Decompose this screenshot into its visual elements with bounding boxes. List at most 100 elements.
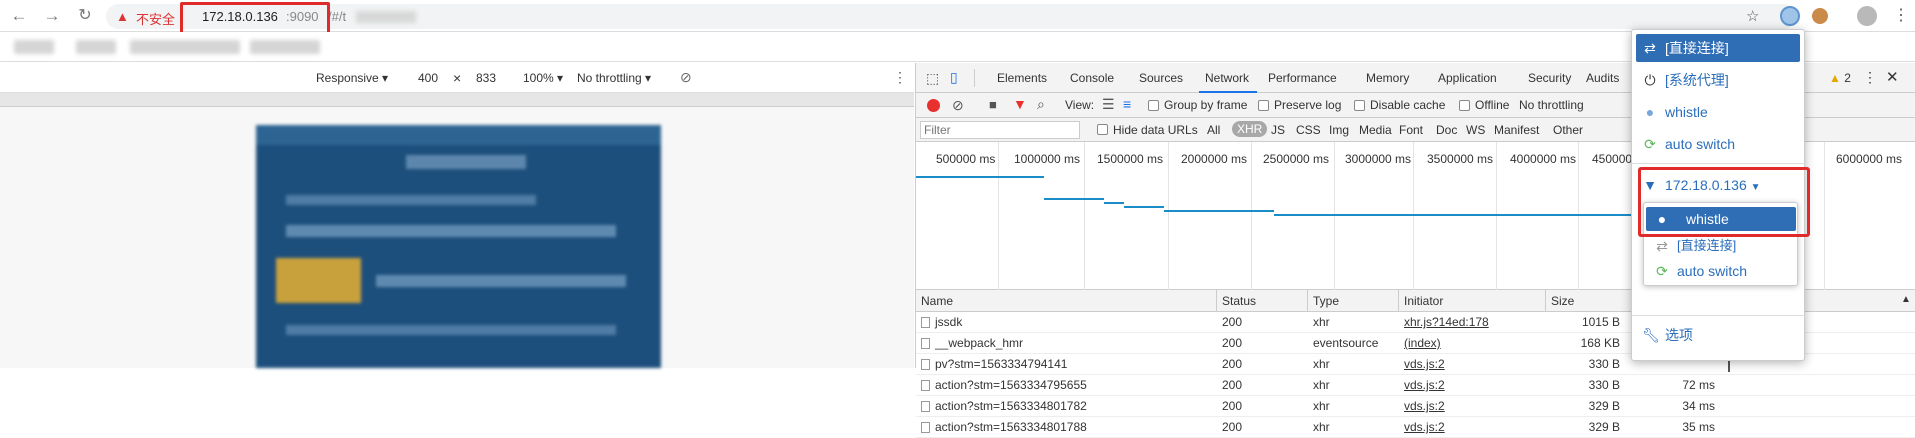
tab-performance[interactable]: Performance — [1268, 63, 1337, 93]
table-row[interactable]: action?stm=1563334801782 200 xhr vds.js:2 32… — [916, 396, 1915, 417]
camera-icon[interactable]: ■ — [989, 97, 997, 112]
preserve-log-checkbox[interactable] — [1258, 100, 1269, 111]
clear-icon[interactable]: ⊘ — [952, 97, 964, 114]
cell-initiator-text: vds.js:2 — [1404, 420, 1445, 434]
inspect-icon[interactable]: ⬚ — [926, 70, 939, 87]
submenu-item-auto-switch[interactable]: ⟳ auto switch — [1644, 258, 1797, 284]
cell-initiator[interactable]: vds.js:2 — [1399, 396, 1546, 417]
menu-item-whistle[interactable]: ● whistle — [1632, 98, 1806, 126]
cell-size-text: 330 B — [1588, 357, 1620, 371]
column-name[interactable]: Name — [916, 290, 1217, 312]
group-by-frame-checkbox[interactable] — [1148, 100, 1159, 111]
url-path: /#/t — [328, 9, 347, 24]
height-field[interactable]: 833 — [476, 71, 496, 85]
bookmark-redacted[interactable] — [76, 40, 116, 54]
type-filter-doc[interactable]: Doc — [1436, 123, 1457, 137]
cell-initiator[interactable]: vds.js:2 — [1399, 375, 1546, 396]
tab-elements[interactable]: Elements — [997, 63, 1047, 93]
cell-name: action?stm=1563334795655 — [916, 375, 1217, 396]
type-filter-ws[interactable]: WS — [1466, 123, 1485, 137]
cell-status-text: 200 — [1222, 357, 1243, 371]
type-filter-img[interactable]: Img — [1329, 123, 1349, 137]
bookmark-redacted[interactable] — [250, 40, 320, 54]
menu-item-direct[interactable]: ⇄ [直接连接] — [1636, 34, 1800, 62]
waterfall-bar — [1124, 206, 1164, 208]
forward-icon[interactable]: → — [41, 5, 63, 27]
submenu-item-direct[interactable]: ⇄ [直接连接] — [1644, 235, 1797, 257]
menu-item-auto-switch[interactable]: ⟳ auto switch — [1632, 130, 1806, 158]
warning-badge[interactable]: ▲ 2 — [1829, 71, 1851, 85]
device-toggle-icon[interactable]: ▯ — [950, 69, 958, 86]
width-field[interactable]: 400 — [418, 71, 438, 85]
waterfall-view-icon[interactable]: ≡ — [1123, 96, 1131, 112]
menu-icon[interactable]: ⋮ — [1893, 5, 1909, 25]
list-view-icon[interactable]: ☰ — [1102, 96, 1115, 113]
cell-initiator[interactable]: xhr.js?14ed:178 — [1399, 312, 1546, 333]
timeline-tick: 2500000 ms — [1263, 152, 1330, 166]
cell-size-text: 329 B — [1588, 399, 1620, 413]
table-row[interactable]: action?stm=1563334801788 200 xhr vds.js:2 32… — [916, 417, 1915, 438]
zoom-select[interactable]: 100% ▾ — [523, 71, 563, 85]
insecure-label: 不安全 — [136, 12, 176, 27]
proxy-extension-icon[interactable] — [1780, 6, 1800, 26]
cell-time: 72 ms — [1626, 375, 1721, 396]
type-filter-all[interactable]: All — [1207, 123, 1220, 137]
cell-initiator[interactable]: vds.js:2 — [1399, 417, 1546, 438]
type-filter-manifest[interactable]: Manifest — [1494, 123, 1539, 137]
reload-icon[interactable]: ↻ — [74, 5, 96, 27]
rotate-icon[interactable]: ⊘ — [680, 69, 692, 86]
tab-console[interactable]: Console — [1070, 63, 1114, 93]
type-filter-other[interactable]: Other — [1553, 123, 1583, 137]
auto-switch-icon: ⟳ — [1656, 263, 1668, 279]
column-initiator[interactable]: Initiator — [1399, 290, 1546, 312]
type-filter-xhr[interactable]: XHR — [1232, 121, 1268, 137]
star-icon[interactable]: ☆ — [1746, 7, 1759, 25]
type-filter-css[interactable]: CSS — [1296, 123, 1321, 137]
throttling-select[interactable]: No throttling — [1519, 98, 1584, 112]
cell-type: xhr — [1308, 417, 1399, 438]
search-icon[interactable]: ⌕ — [1037, 96, 1045, 113]
bookmark-redacted[interactable] — [14, 40, 54, 54]
avatar[interactable] — [1857, 6, 1877, 26]
table-row[interactable]: action?stm=1563334795655 200 xhr vds.js:2 33… — [916, 375, 1915, 396]
cell-initiator[interactable]: (index) — [1399, 333, 1546, 354]
device-select[interactable]: Responsive ▾ — [316, 71, 388, 85]
cell-time-text: 34 ms — [1682, 399, 1715, 413]
timeline-tick: 4000000 ms — [1510, 152, 1577, 166]
tab-sources[interactable]: Sources — [1139, 63, 1183, 93]
type-filter-media[interactable]: Media — [1359, 123, 1392, 137]
cell-time-text: 35 ms — [1682, 420, 1715, 434]
menu-item-system[interactable]: ⏻ [系统代理] — [1632, 66, 1806, 94]
cell-initiator-text: xhr.js?14ed:178 — [1404, 315, 1489, 329]
column-status[interactable]: Status — [1217, 290, 1308, 312]
direct-icon: ⇄ — [1644, 40, 1656, 56]
emu-more-icon[interactable]: ⋮ — [893, 69, 907, 86]
tab-memory[interactable]: Memory — [1366, 63, 1409, 93]
close-icon[interactable]: ✕ — [1886, 68, 1899, 86]
address-bar[interactable]: ▲ 不安全 172.18.0.136 :9090 /#/t ☆ — [106, 4, 1796, 29]
cell-initiator[interactable]: vds.js:2 — [1399, 354, 1546, 375]
filter-input[interactable] — [920, 121, 1080, 139]
record-icon[interactable] — [927, 99, 940, 112]
emu-throttling-select[interactable]: No throttling ▾ — [577, 71, 651, 85]
timeline-tick: 1000000 ms — [1014, 152, 1081, 166]
cookie-extension-icon[interactable] — [1812, 8, 1828, 24]
tab-audits[interactable]: Audits — [1586, 63, 1619, 93]
tab-network[interactable]: Network — [1199, 63, 1258, 93]
offline-checkbox[interactable] — [1459, 100, 1470, 111]
hide-data-urls-checkbox[interactable] — [1097, 124, 1108, 135]
tab-security[interactable]: Security — [1528, 63, 1571, 93]
disable-cache-checkbox[interactable] — [1354, 100, 1365, 111]
devtools-more-icon[interactable]: ⋮ — [1863, 69, 1877, 86]
type-filter-font[interactable]: Font — [1399, 123, 1423, 137]
back-icon[interactable]: ← — [8, 5, 30, 27]
cell-size: 330 B — [1546, 375, 1626, 396]
tab-application[interactable]: Application — [1438, 63, 1497, 93]
bookmark-redacted[interactable] — [130, 40, 240, 54]
menu-item-options[interactable]: 🔧︎ 选项 — [1632, 321, 1806, 349]
column-type[interactable]: Type — [1308, 290, 1399, 312]
timeline-tick: 6000000 ms — [1836, 152, 1903, 166]
type-filter-js[interactable]: JS — [1271, 123, 1285, 137]
filter-icon[interactable]: ▼ — [1013, 96, 1027, 112]
sort-up-icon[interactable]: ▲ — [1901, 294, 1911, 305]
